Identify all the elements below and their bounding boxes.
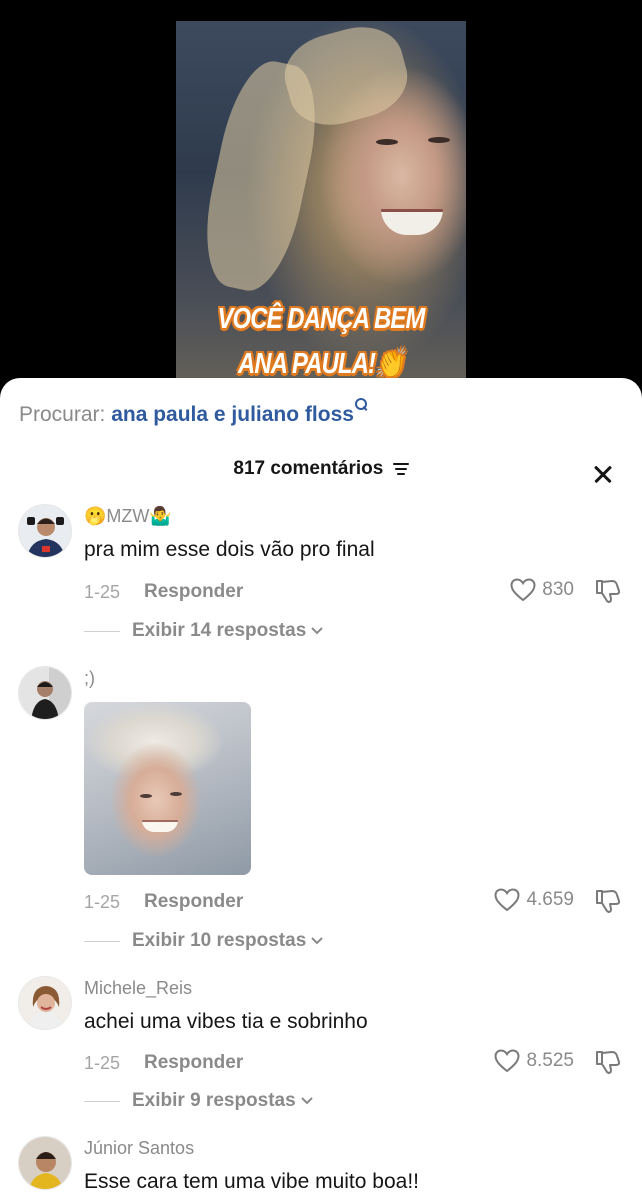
reply-button[interactable]: Responder xyxy=(144,891,243,913)
comment-username[interactable]: Michele_Reis xyxy=(84,978,192,999)
like-count: 4.659 xyxy=(526,889,574,910)
search-icon xyxy=(354,398,367,412)
view-replies-button[interactable]: Exibir 9 respostas xyxy=(84,1090,314,1112)
close-icon[interactable] xyxy=(586,458,620,492)
avatar[interactable] xyxy=(18,976,72,1030)
comment-username[interactable]: 🫢MZW🤷‍♂️ xyxy=(84,506,172,527)
like-button[interactable]: 8.525 xyxy=(494,1049,574,1073)
view-replies-button[interactable]: Exibir 14 respostas xyxy=(84,620,324,642)
comment-text: Esse cara tem uma vibe muito boa!! xyxy=(84,1170,419,1193)
search-query-link[interactable]: ana paula e juliano floss xyxy=(111,403,354,426)
video-frame: VOCÊ DANÇA BEM ANA PAULA!👏 xyxy=(176,21,466,401)
avatar[interactable] xyxy=(18,504,72,558)
search-label: Procurar: xyxy=(19,403,106,426)
dislike-icon[interactable] xyxy=(594,1049,622,1075)
chevron-down-icon xyxy=(311,627,323,635)
dislike-icon[interactable] xyxy=(594,888,622,914)
search-suggestion[interactable]: Procurar: ana paula e juliano floss xyxy=(19,398,367,427)
video-caption-line-1: VOCÊ DANÇA BEM xyxy=(217,303,426,335)
like-count: 830 xyxy=(542,579,574,600)
comment-username[interactable]: Júnior Santos xyxy=(84,1138,194,1159)
view-replies-label: Exibir 14 respostas xyxy=(132,620,307,641)
chevron-down-icon xyxy=(300,1097,313,1105)
heart-icon xyxy=(494,1049,520,1073)
comments-count-header[interactable]: 817 comentários xyxy=(0,458,642,480)
comment-date: 1-25 xyxy=(84,582,121,602)
comment-date: 1-25 xyxy=(84,892,121,912)
comment-text: pra mim esse dois vão pro final xyxy=(84,538,375,561)
comment-username[interactable]: ;) xyxy=(84,668,95,689)
like-button[interactable]: 830 xyxy=(510,578,574,602)
sort-icon[interactable] xyxy=(392,463,409,475)
view-replies-label: Exibir 9 respostas xyxy=(132,1090,296,1111)
comments-count: 817 comentários xyxy=(233,458,384,479)
video-caption-line-2: ANA PAULA!👏 xyxy=(238,348,405,380)
heart-icon xyxy=(494,888,520,912)
like-count: 8.525 xyxy=(526,1050,574,1071)
heart-icon xyxy=(510,578,536,602)
avatar[interactable] xyxy=(18,666,72,720)
chevron-down-icon xyxy=(311,937,323,945)
reply-button[interactable]: Responder xyxy=(144,581,243,603)
reply-button[interactable]: Responder xyxy=(144,1052,243,1074)
like-button[interactable]: 4.659 xyxy=(494,888,574,912)
comment-image[interactable] xyxy=(84,702,251,875)
comment-date: 1-25 xyxy=(84,1053,121,1073)
video-player[interactable]: VOCÊ DANÇA BEM ANA PAULA!👏 xyxy=(0,0,642,401)
view-replies-label: Exibir 10 respostas xyxy=(132,930,307,951)
avatar[interactable] xyxy=(18,1136,72,1190)
view-replies-button[interactable]: Exibir 10 respostas xyxy=(84,930,324,952)
comment-text: achei uma vibes tia e sobrinho xyxy=(84,1010,368,1033)
dislike-icon[interactable] xyxy=(594,578,622,604)
comments-sheet: Procurar: ana paula e juliano floss 817 … xyxy=(0,378,642,1200)
video-face xyxy=(381,209,443,235)
